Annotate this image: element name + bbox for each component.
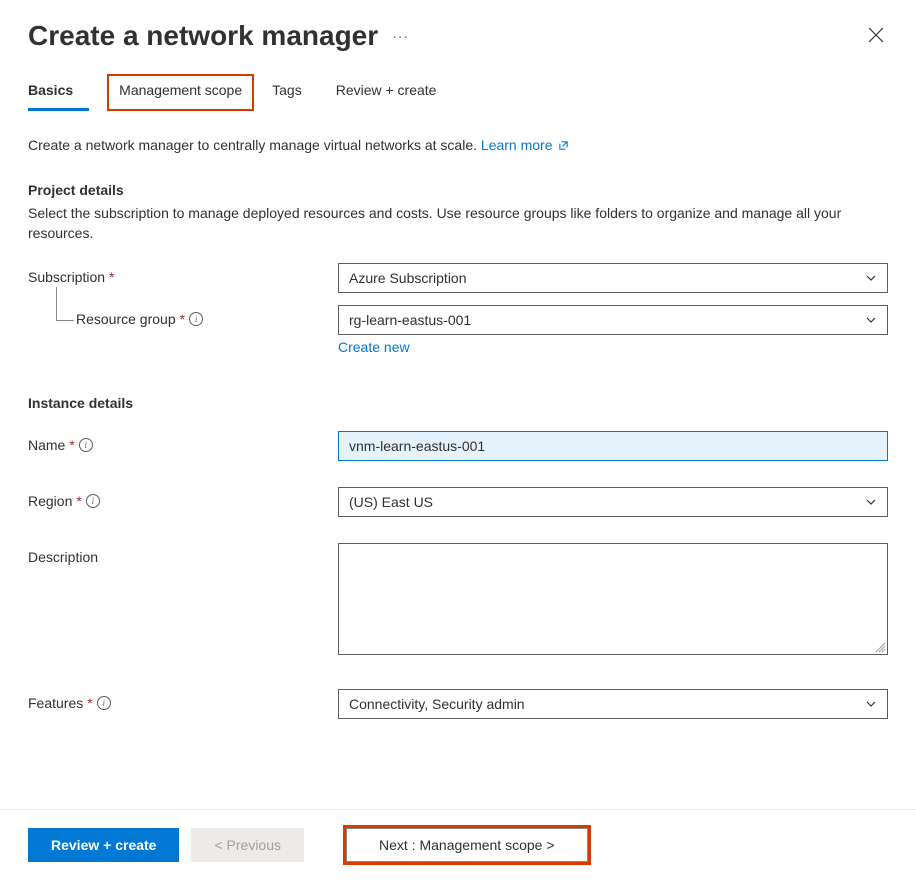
create-new-link[interactable]: Create new [338, 339, 410, 355]
info-icon[interactable]: i [79, 438, 93, 452]
subscription-select[interactable]: Azure Subscription [338, 263, 888, 293]
tab-tags[interactable]: Tags [272, 74, 318, 111]
project-details-desc: Select the subscription to manage deploy… [28, 204, 888, 243]
info-icon[interactable]: i [86, 494, 100, 508]
tab-basics[interactable]: Basics [28, 74, 89, 111]
tab-review-create[interactable]: Review + create [336, 74, 453, 111]
next-button[interactable]: Next : Management scope > [346, 828, 588, 862]
description-textarea[interactable] [338, 543, 888, 655]
review-create-button[interactable]: Review + create [28, 828, 179, 862]
footer-bar: Review + create < Previous Next : Manage… [0, 809, 916, 880]
previous-button[interactable]: < Previous [191, 828, 304, 862]
info-icon[interactable]: i [97, 696, 111, 710]
tab-management-scope[interactable]: Management scope [107, 74, 254, 111]
more-options-icon[interactable]: ··· [392, 28, 409, 44]
name-label: Name * i [28, 431, 338, 453]
chevron-down-icon [865, 496, 877, 508]
features-label: Features * i [28, 689, 338, 711]
instance-details-heading: Instance details [28, 395, 888, 411]
page-title: Create a network manager [28, 20, 378, 52]
external-link-icon [558, 138, 569, 154]
chevron-down-icon [865, 272, 877, 284]
close-button[interactable] [864, 23, 888, 50]
name-input[interactable]: vnm-learn-eastus-001 [338, 431, 888, 461]
intro-text: Create a network manager to centrally ma… [28, 137, 888, 154]
resource-group-select[interactable]: rg-learn-eastus-001 [338, 305, 888, 335]
project-details-heading: Project details [28, 182, 888, 198]
subscription-label: Subscription * [28, 263, 338, 285]
features-select[interactable]: Connectivity, Security admin [338, 689, 888, 719]
resource-group-label: Resource group * i [28, 305, 338, 327]
chevron-down-icon [865, 314, 877, 326]
close-icon [868, 27, 884, 43]
tabs-bar: Basics Management scope Tags Review + cr… [28, 74, 888, 111]
description-label: Description [28, 543, 338, 565]
region-select[interactable]: (US) East US [338, 487, 888, 517]
learn-more-link[interactable]: Learn more [481, 137, 569, 153]
chevron-down-icon [865, 698, 877, 710]
info-icon[interactable]: i [189, 312, 203, 326]
resize-handle-icon[interactable] [874, 641, 886, 653]
region-label: Region * i [28, 487, 338, 509]
